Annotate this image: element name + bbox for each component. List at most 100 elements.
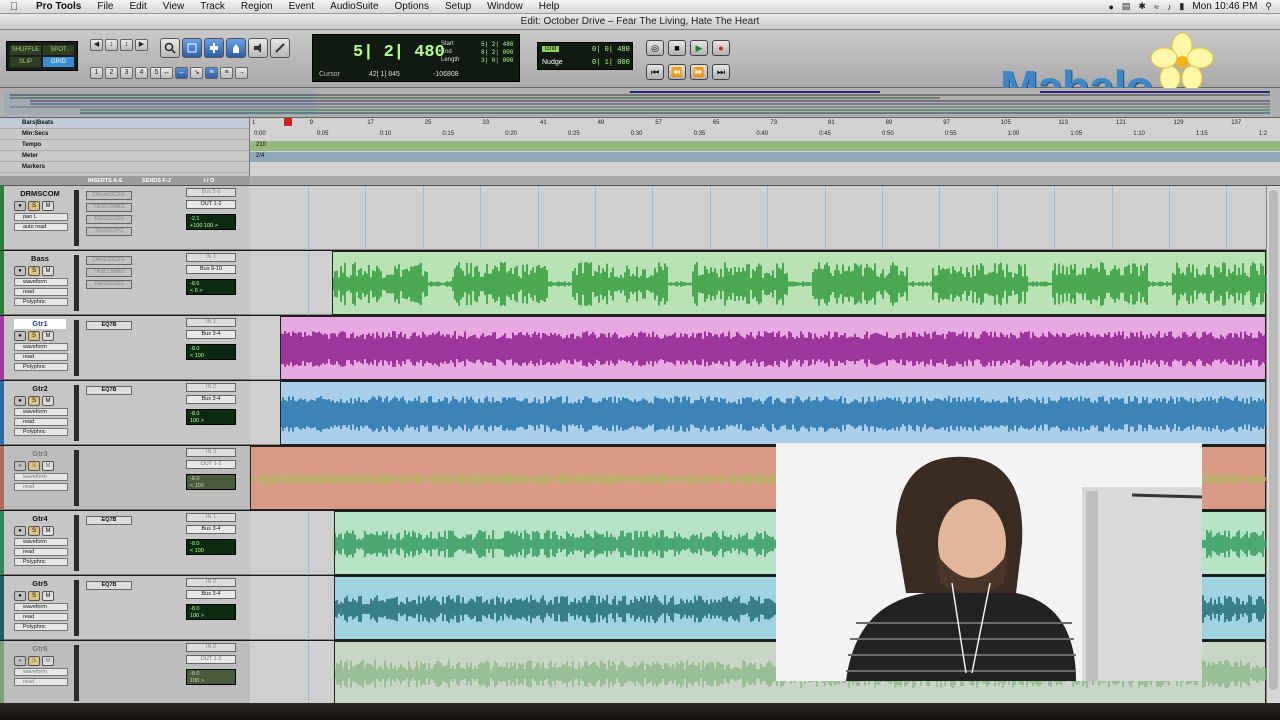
track-view-selector[interactable]: waveform: [14, 278, 68, 286]
track-name[interactable]: Gtr4: [14, 514, 66, 524]
menu-setup[interactable]: Setup: [437, 1, 479, 12]
insert-slot[interactable]: TRG3DCRG: [86, 215, 132, 224]
zoom-preset-4[interactable]: 4: [135, 67, 148, 79]
track-header-gtr4[interactable]: Gtr4 ● S Mwaveform read Polyphnc EQ7B IN 1 Bus 3…: [0, 511, 250, 575]
solo-button[interactable]: S: [28, 656, 40, 666]
track-lane[interactable]: [250, 316, 1266, 380]
audio-region[interactable]: [332, 251, 1266, 315]
solo-button[interactable]: S: [28, 526, 40, 536]
solo-button[interactable]: S: [28, 396, 40, 406]
go-to-end-icon[interactable]: ⏭: [712, 64, 730, 80]
apple-icon[interactable]: : [0, 1, 28, 13]
track-header-gtr2[interactable]: Gtr2 ● S Mwaveform read Polyphnc EQ7B IN 2 Bus 3…: [0, 381, 250, 445]
menu-region[interactable]: Region: [233, 1, 281, 12]
track-view-selector[interactable]: waveform: [14, 473, 68, 481]
output-selector[interactable]: Bus 3-4: [186, 395, 236, 404]
automation-mode[interactable]: auto read: [14, 223, 68, 231]
zoom-preset-2[interactable]: 2: [105, 67, 118, 79]
menu-options[interactable]: Options: [387, 1, 437, 12]
bars-ruler[interactable]: 1 9 17 25 33 41 49 57 65 73 81 89 97 105 113 121 129 137: [250, 118, 1280, 129]
mute-button[interactable]: M: [42, 396, 54, 406]
track-view-selector[interactable]: waveform: [14, 538, 68, 546]
end-value[interactable]: 8| 2| 000: [481, 49, 513, 56]
sends-header[interactable]: SENDS F-J: [142, 178, 171, 184]
universe-view[interactable]: [0, 88, 1280, 118]
track-lane[interactable]: [250, 186, 1266, 250]
track-view-selector[interactable]: pan L: [14, 213, 68, 221]
mode-grid[interactable]: GRID: [43, 57, 74, 67]
zoomer-tool-icon[interactable]: [160, 38, 180, 58]
grid-label[interactable]: Grid: [542, 46, 560, 52]
record-enable-icon[interactable]: ●: [14, 266, 26, 276]
track-view-selector[interactable]: waveform: [14, 408, 68, 416]
scrubber-tool-icon[interactable]: [248, 38, 268, 58]
record-enable-icon[interactable]: ●: [14, 656, 26, 666]
battery-icon[interactable]: ▮: [1179, 1, 1184, 12]
track-lane[interactable]: [250, 381, 1266, 445]
input-selector[interactable]: IN 1: [186, 253, 236, 262]
automation-mode[interactable]: read: [14, 548, 68, 556]
output-selector[interactable]: OUT 1-2: [186, 200, 236, 209]
volume-pan-display[interactable]: -8.0 100 >: [186, 409, 236, 425]
volume-pan-display[interactable]: -8.0 100 >: [186, 669, 236, 685]
track-name[interactable]: Gtr1: [14, 319, 66, 329]
mirror-midi-icon[interactable]: ≡: [205, 67, 218, 79]
input-selector[interactable]: IN 1: [186, 318, 236, 327]
meter-ruler-bar[interactable]: 2/4: [250, 152, 1280, 162]
track-view-selector[interactable]: waveform: [14, 603, 68, 611]
insert-slot[interactable]: TRG3DCRG: [86, 280, 132, 289]
insert-slot[interactable]: TRSCOMBG: [86, 203, 132, 212]
insert-slot[interactable]: DRck6DCFG: [86, 191, 132, 200]
track-header-bass[interactable]: Bass ● S Mwaveform read Polyphnc DRck3DCFG TRSC…: [0, 251, 250, 315]
start-value[interactable]: 5| 2| 480: [481, 41, 513, 48]
mute-button[interactable]: M: [42, 591, 54, 601]
record-enable-icon[interactable]: ●: [14, 201, 26, 211]
mode-shuffle[interactable]: SHUFFLE: [10, 45, 41, 55]
ruler-bars-beats[interactable]: Bars|Beats: [0, 118, 249, 129]
menu-app[interactable]: Pro Tools: [28, 1, 89, 12]
mute-button[interactable]: M: [42, 656, 54, 666]
zoom-waveform-icon[interactable]: ↕: [105, 39, 118, 51]
main-counter-value[interactable]: 5| 2| 480: [353, 43, 445, 62]
input-selector[interactable]: IN 1: [186, 513, 236, 522]
secs-ruler[interactable]: 0:00 0:05 0:10 0:15 0:20 0:25 0:30 0:35 0:40 0:45…: [250, 129, 1280, 140]
track-name[interactable]: DRMSCOM: [14, 189, 66, 199]
plugin-selector[interactable]: Polyphnc: [14, 363, 68, 371]
plugin-selector[interactable]: Polyphnc: [14, 428, 68, 436]
zoom-preset-1[interactable]: 1: [90, 67, 103, 79]
insert-slot[interactable]: EQ7B: [86, 386, 132, 395]
menu-help[interactable]: Help: [531, 1, 568, 12]
ruler-min-secs[interactable]: Min:Secs: [0, 129, 249, 140]
output-selector[interactable]: Bus 9-10: [186, 265, 236, 274]
record-icon[interactable]: ●: [712, 40, 730, 56]
plugin-selector[interactable]: Polyphnc: [14, 558, 68, 566]
mute-button[interactable]: M: [42, 201, 54, 211]
scroll-thumb[interactable]: [1269, 190, 1278, 690]
record-enable-icon[interactable]: ●: [14, 526, 26, 536]
track-name[interactable]: Gtr2: [14, 384, 66, 394]
inserts-header[interactable]: INSERTS A-E: [88, 178, 123, 184]
volume-pan-display[interactable]: -8.0 100 >: [186, 604, 236, 620]
mode-slip[interactable]: SLIP: [10, 57, 41, 67]
spotlight-icon[interactable]: ⚲: [1265, 1, 1272, 12]
track-header-drmscom[interactable]: DRMSCOM ● S Mpan Lauto read DRck6DCFG TRSCOMB…: [0, 186, 250, 250]
track-name[interactable]: Gtr3: [14, 449, 66, 459]
rewind-icon[interactable]: ⏪: [668, 64, 686, 80]
trimmer-tool-icon[interactable]: [182, 38, 202, 58]
return-to-zero-icon[interactable]: ⏮: [646, 64, 664, 80]
ruler-tempo[interactable]: Tempo: [0, 140, 249, 151]
track-view-selector[interactable]: waveform: [14, 343, 68, 351]
volume-pan-display[interactable]: -8.6 < 6 >: [186, 279, 236, 295]
mute-button[interactable]: M: [42, 266, 54, 276]
insert-slot[interactable]: EQ7B: [86, 321, 132, 330]
insert-slot[interactable]: EQ7B: [86, 581, 132, 590]
grabber-tool-icon[interactable]: [226, 38, 246, 58]
vertical-scrollbar[interactable]: [1266, 186, 1280, 706]
track-header-gtr3[interactable]: Gtr3 ● S Mwaveform read IN 3 OUT 1-2 -8.0 < 100: [0, 446, 250, 510]
display-icon[interactable]: ▤: [1122, 1, 1131, 12]
input-selector[interactable]: Bus 5-6: [186, 188, 236, 197]
playhead-marker[interactable]: [284, 118, 292, 126]
record-enable-icon[interactable]: ●: [14, 461, 26, 471]
insertion-follows-icon[interactable]: →: [235, 67, 248, 79]
main-counter[interactable]: 5| 2| 480 Start 5| 2| 480 End 8| 2| 000 …: [312, 34, 520, 82]
